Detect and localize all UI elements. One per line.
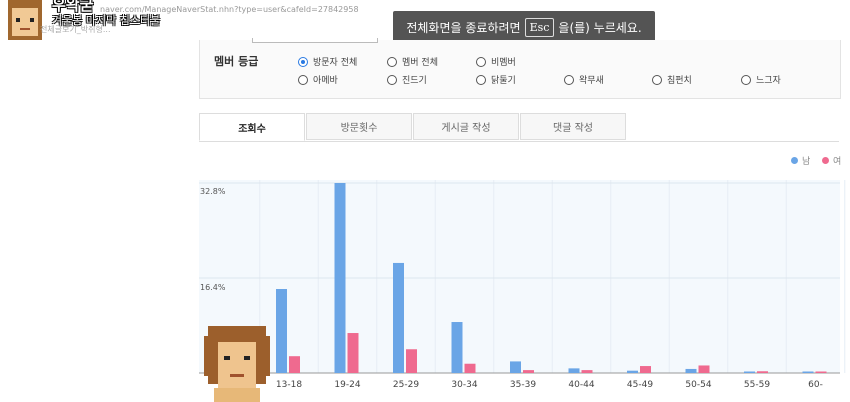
bar-male-35-39[interactable] — [510, 361, 521, 373]
x-tick-label: 55-59 — [743, 380, 771, 390]
x-tick-label: 19-24 — [334, 380, 361, 390]
age-gender-chart — [199, 180, 846, 374]
y-tick-mid: 16.4% — [200, 283, 226, 292]
bar-female-40-44[interactable] — [581, 370, 593, 373]
bar-female-50-54[interactable] — [698, 365, 710, 373]
bar-female-45-49[interactable] — [640, 366, 651, 373]
bar-female-30-34[interactable] — [464, 363, 476, 373]
bar-female-13-18[interactable] — [289, 356, 300, 373]
bar-female-19-24[interactable] — [347, 333, 359, 373]
bar-male-30-34[interactable] — [451, 322, 463, 373]
x-tick-label: 45-49 — [626, 380, 654, 390]
bar-male-40-44[interactable] — [568, 368, 580, 373]
bar-female-60-[interactable] — [815, 371, 827, 374]
x-tick-label: 60- — [808, 380, 823, 390]
bar-female-55-59[interactable] — [757, 371, 768, 373]
bar-male-60-[interactable] — [802, 371, 814, 374]
x-tick-label: 50-54 — [685, 380, 712, 390]
x-tick-label: 30-34 — [451, 380, 478, 390]
bar-male-45-49[interactable] — [627, 370, 638, 373]
bar-male-50-54[interactable] — [685, 368, 697, 373]
bar-female-25-29[interactable] — [406, 349, 417, 373]
x-tick-label: 40-44 — [568, 380, 595, 390]
bar-male-25-29[interactable] — [393, 262, 404, 373]
bar-male-13-18[interactable] — [276, 289, 287, 373]
bar-male-19-24[interactable] — [334, 183, 346, 373]
x-tick-label: 25-29 — [392, 380, 420, 390]
y-tick-max: 32.8% — [200, 187, 226, 196]
pixel-avatar — [204, 326, 270, 402]
bar-male-55-59[interactable] — [744, 371, 755, 374]
bar-female-35-39[interactable] — [523, 370, 534, 373]
x-tick-label: 35-39 — [509, 380, 537, 390]
